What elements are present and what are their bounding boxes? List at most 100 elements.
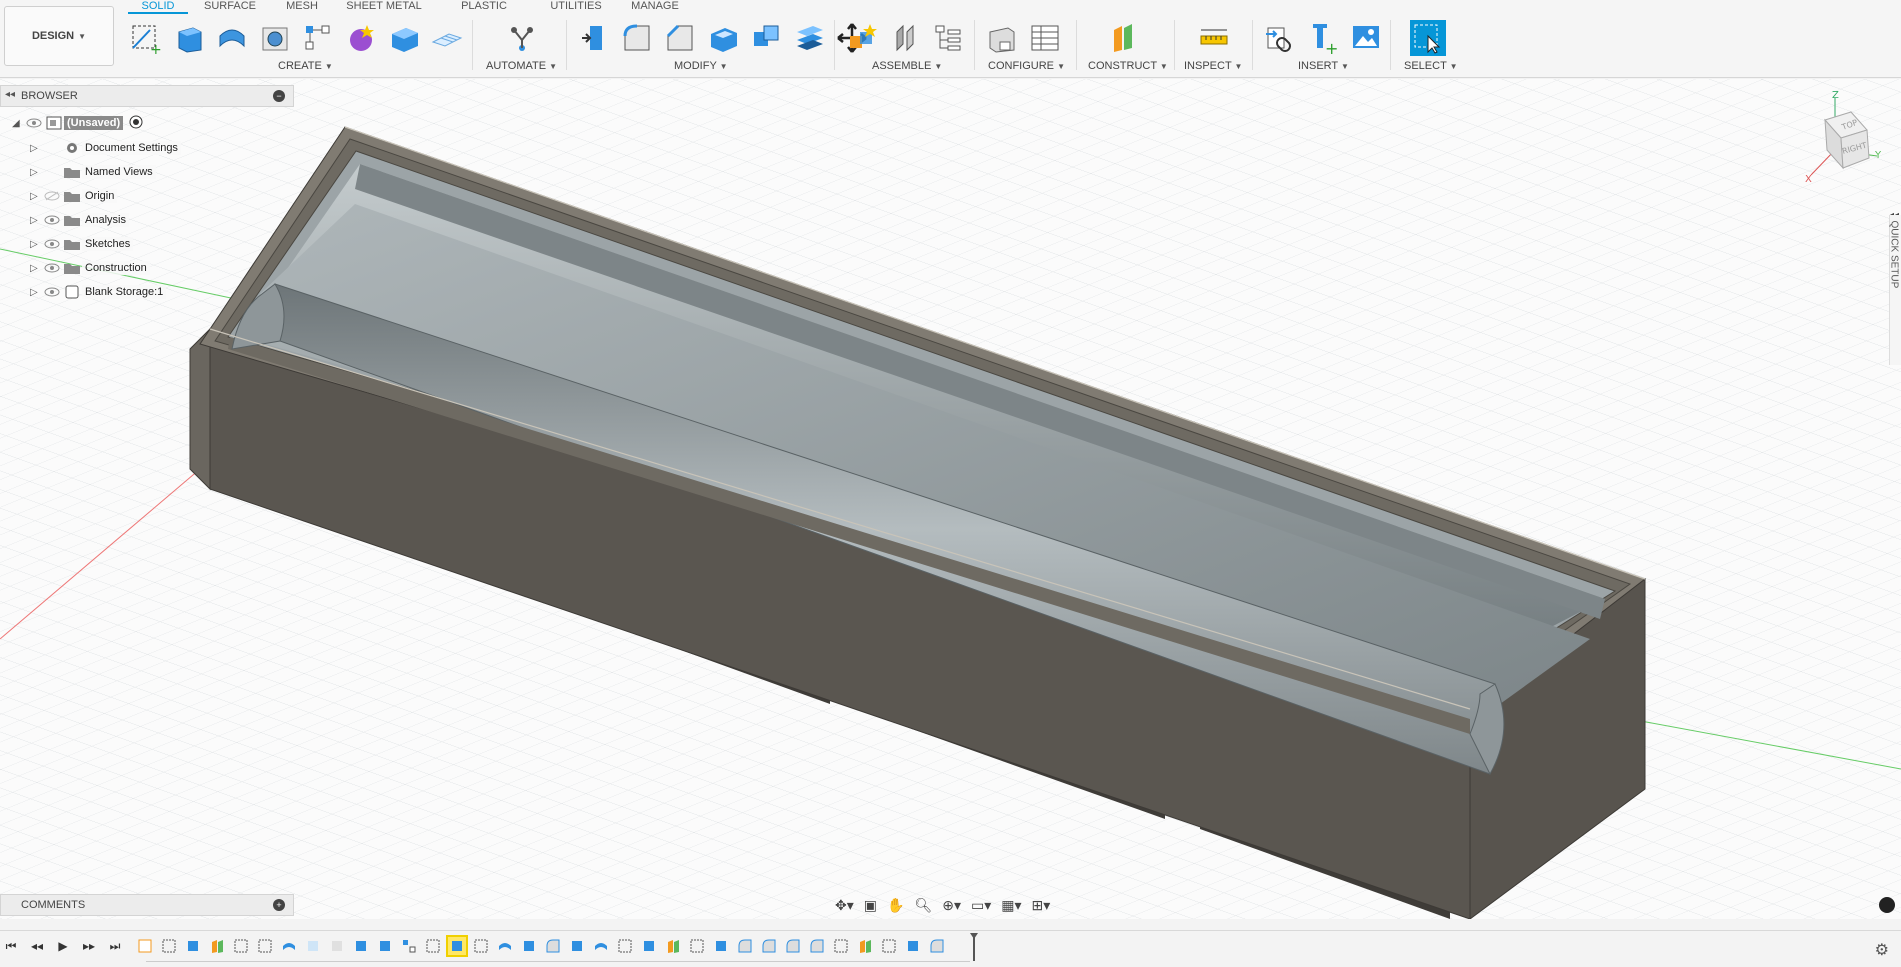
- select-tool-icon[interactable]: [1410, 20, 1446, 56]
- add-comment-icon[interactable]: +: [273, 899, 285, 911]
- expand-triangle-icon[interactable]: ▷: [30, 215, 42, 226]
- zoom-window-icon[interactable]: ⊕▾: [942, 895, 961, 915]
- viewports-icon[interactable]: ⊞▾: [1032, 895, 1051, 915]
- eye-icon[interactable]: [42, 212, 62, 228]
- workspace-switcher-button[interactable]: DESIGN ▼: [4, 6, 114, 66]
- create-form-icon[interactable]: [343, 20, 379, 56]
- timeline-fillet-icon[interactable]: [760, 937, 778, 955]
- expand-triangle-icon[interactable]: ▷: [30, 263, 42, 274]
- expand-triangle-icon[interactable]: ▷: [30, 239, 42, 250]
- timeline-sketch-icon[interactable]: [424, 937, 442, 955]
- timeline-revolve-icon[interactable]: [280, 937, 298, 955]
- automate-icon[interactable]: [504, 20, 540, 56]
- timeline-extrude-icon[interactable]: [352, 937, 370, 955]
- chamfer-icon[interactable]: [662, 20, 698, 56]
- insert-mcmaster-icon[interactable]: +: [1305, 20, 1341, 56]
- timeline-extrude-icon[interactable]: [376, 937, 394, 955]
- eye-icon[interactable]: [42, 284, 62, 300]
- create-menu[interactable]: CREATE ▼: [278, 60, 333, 72]
- hole-icon[interactable]: [257, 20, 293, 56]
- tree-item-document-settings[interactable]: ▷ Document Settings: [30, 138, 181, 158]
- configure-design-icon[interactable]: [984, 20, 1020, 56]
- model-canvas[interactable]: [0, 79, 1901, 919]
- quick-setup-tab[interactable]: QUICK SETUP: [1889, 215, 1901, 365]
- box-icon[interactable]: [386, 20, 422, 56]
- assemble-menu[interactable]: ASSEMBLE ▼: [872, 60, 942, 72]
- play-icon[interactable]: ▶: [56, 939, 70, 953]
- timeline-sketch-icon[interactable]: [616, 937, 634, 955]
- combine-icon[interactable]: [748, 20, 784, 56]
- configure-menu[interactable]: CONFIGURE ▼: [988, 60, 1065, 72]
- timeline-sketch-icon[interactable]: [880, 937, 898, 955]
- tab-surface[interactable]: SURFACE: [188, 0, 272, 14]
- tab-plastic[interactable]: PLASTIC: [436, 0, 532, 14]
- timeline-marker[interactable]: [970, 933, 978, 961]
- tree-item-analysis[interactable]: ▷ Analysis: [30, 210, 129, 230]
- timeline-fillet-icon[interactable]: [808, 937, 826, 955]
- tree-item-origin[interactable]: ▷ Origin: [30, 186, 118, 206]
- timeline-sketch-icon[interactable]: [472, 937, 490, 955]
- eye-icon[interactable]: [42, 236, 62, 252]
- pattern-icon[interactable]: [300, 20, 336, 56]
- insert-canvas-icon[interactable]: [1348, 20, 1384, 56]
- collapse-triangle-icon[interactable]: ◢: [12, 118, 24, 129]
- modify-menu[interactable]: MODIFY ▼: [674, 60, 728, 72]
- timeline-extrude-icon[interactable]: [568, 937, 586, 955]
- tree-item-root[interactable]: ◢ (Unsaved): [12, 113, 143, 133]
- minimize-icon[interactable]: −: [273, 90, 285, 102]
- shell-icon[interactable]: [705, 20, 741, 56]
- activate-radio-icon[interactable]: [129, 115, 143, 132]
- step-forward-icon[interactable]: ▸▸: [82, 939, 96, 953]
- construct-menu[interactable]: CONSTRUCT ▼: [1088, 60, 1168, 72]
- extrude-icon[interactable]: [171, 20, 207, 56]
- revolve-icon[interactable]: [214, 20, 250, 56]
- timeline-plane-icon[interactable]: [664, 937, 682, 955]
- timeline-sketch-icon[interactable]: [160, 937, 178, 955]
- expand-triangle-icon[interactable]: ▷: [30, 143, 42, 154]
- plane-mesh-icon[interactable]: [429, 20, 465, 56]
- inspect-menu[interactable]: INSPECT ▼: [1184, 60, 1242, 72]
- bill-of-materials-icon[interactable]: [930, 20, 966, 56]
- chat-icon[interactable]: [1879, 897, 1895, 913]
- tab-sheet-metal[interactable]: SHEET METAL: [332, 0, 436, 14]
- pan-icon[interactable]: ✋: [887, 895, 904, 915]
- configuration-table-icon[interactable]: [1027, 20, 1063, 56]
- timeline-extrude-icon[interactable]: [520, 937, 538, 955]
- measure-icon[interactable]: [1196, 20, 1232, 56]
- orbit-icon[interactable]: ✥▾: [835, 895, 854, 915]
- offset-plane-icon[interactable]: [1106, 20, 1142, 56]
- eye-icon[interactable]: [42, 260, 62, 276]
- look-at-icon[interactable]: ▣: [864, 895, 877, 915]
- zoom-icon[interactable]: 🔍︎: [914, 895, 932, 915]
- expand-triangle-icon[interactable]: ▷: [30, 287, 42, 298]
- tree-item-named-views[interactable]: ▷ Named Views: [30, 162, 156, 182]
- tab-solid[interactable]: SOLID: [128, 0, 188, 14]
- timeline-pattern-icon[interactable]: [400, 937, 418, 955]
- gear-icon[interactable]: ⚙: [1875, 940, 1889, 960]
- timeline-plane-icon[interactable]: [208, 937, 226, 955]
- fillet-icon[interactable]: [619, 20, 655, 56]
- 3d-viewport[interactable]: [0, 79, 1901, 919]
- timeline-fillet-icon[interactable]: [544, 937, 562, 955]
- tree-item-sketches[interactable]: ▷ Sketches: [30, 234, 134, 254]
- step-back-icon[interactable]: ◂◂: [30, 939, 44, 953]
- display-settings-icon[interactable]: ▭▾: [971, 895, 991, 915]
- timeline-sketch-icon[interactable]: [232, 937, 250, 955]
- press-pull-icon[interactable]: [576, 20, 612, 56]
- eye-hidden-icon[interactable]: [42, 188, 62, 204]
- timeline-sketch-icon[interactable]: [832, 937, 850, 955]
- insert-derive-icon[interactable]: [1262, 20, 1298, 56]
- tab-mesh[interactable]: MESH: [272, 0, 332, 14]
- offset-face-icon[interactable]: [791, 20, 827, 56]
- timeline-sketch-icon[interactable]: [136, 937, 154, 955]
- grid-settings-icon[interactable]: ▦▾: [1001, 895, 1021, 915]
- collapse-panel-icon[interactable]: ◂◂: [5, 89, 15, 100]
- eye-icon[interactable]: [24, 115, 44, 131]
- timeline-fillet-icon[interactable]: [928, 937, 946, 955]
- timeline-extrude-icon[interactable]: [904, 937, 922, 955]
- timeline-revolve-icon[interactable]: [496, 937, 514, 955]
- timeline-extrude-icon[interactable]: [712, 937, 730, 955]
- go-to-end-icon[interactable]: ⏭: [108, 939, 122, 953]
- timeline-revolve-icon[interactable]: [592, 937, 610, 955]
- tree-item-construction[interactable]: ▷ Construction: [30, 258, 150, 278]
